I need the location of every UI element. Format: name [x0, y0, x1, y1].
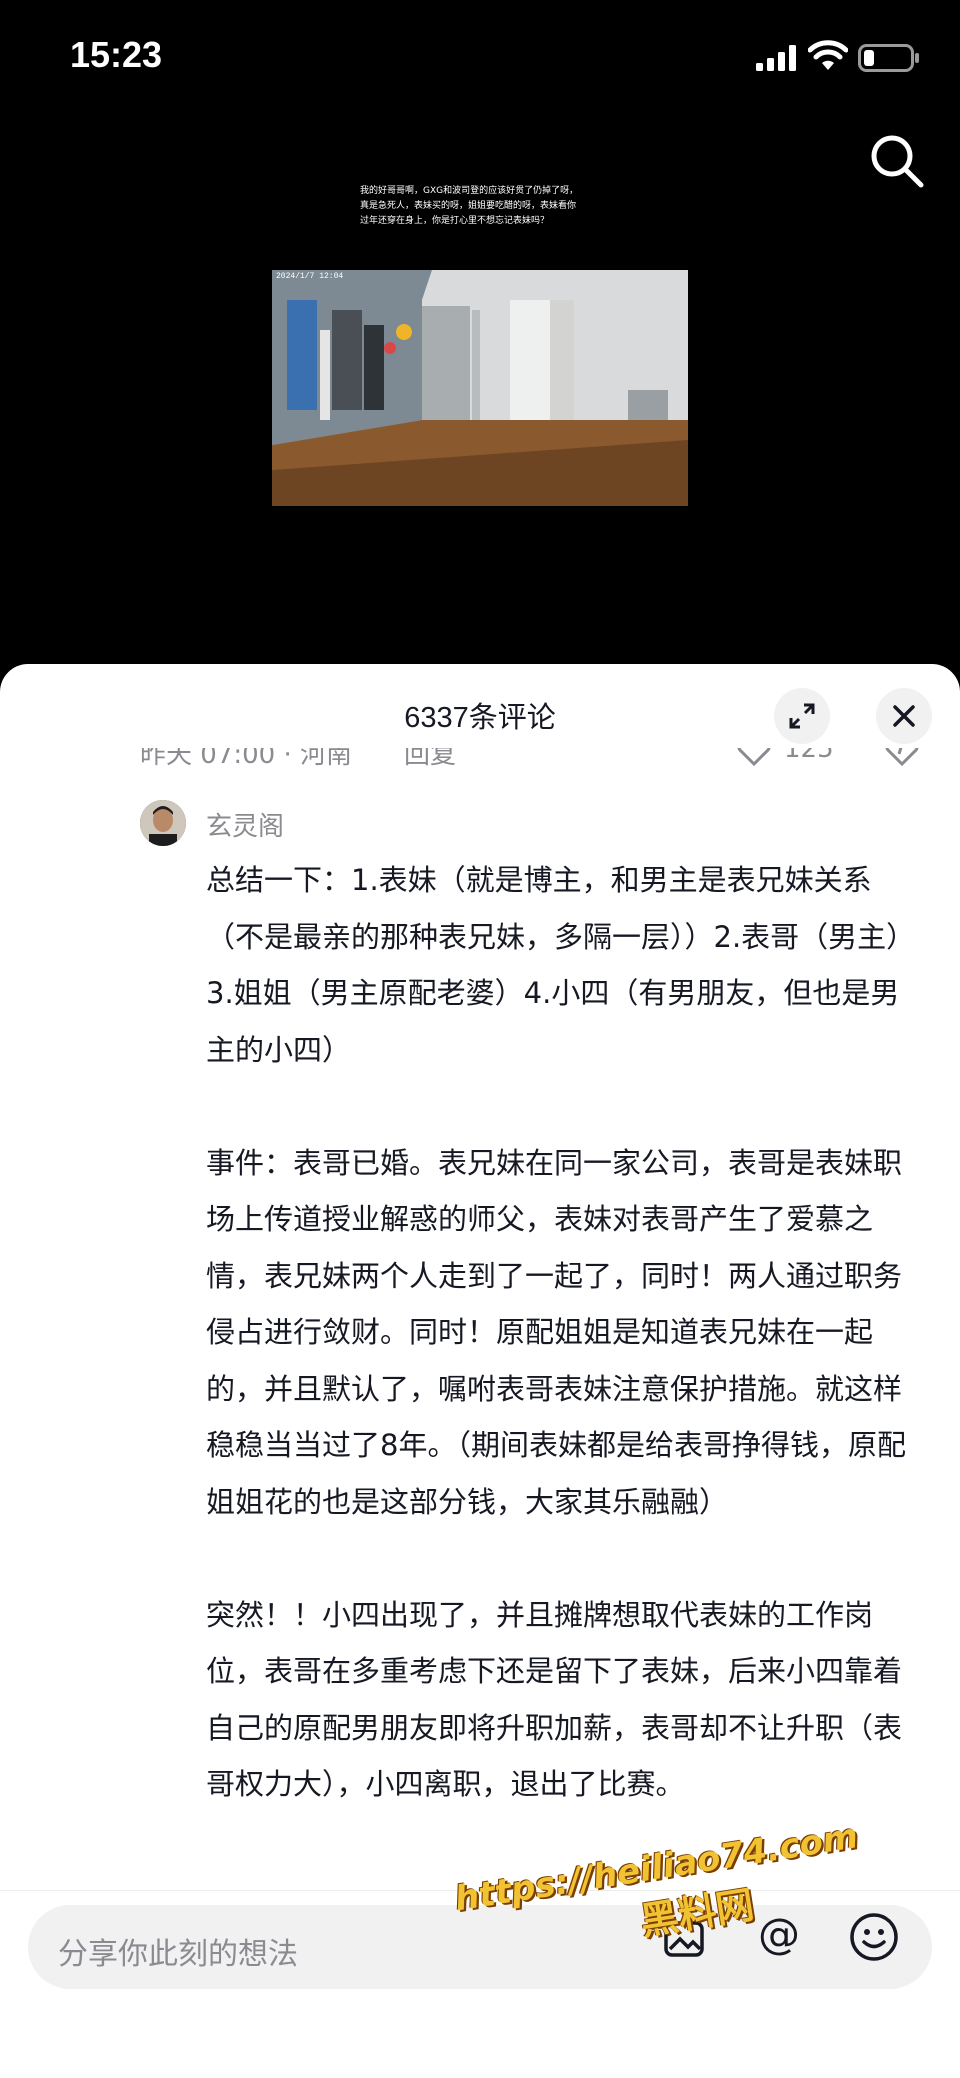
signal-icon	[756, 45, 796, 71]
comment-input-placeholder: 分享你此刻的想法	[58, 1937, 298, 1972]
heart-icon[interactable]	[734, 748, 774, 770]
status-bar: 15:23	[0, 0, 960, 120]
previous-comment-meta: 昨天 07:00 · 河南	[140, 748, 352, 770]
room-image	[272, 270, 688, 506]
reply-button[interactable]: 回复	[404, 748, 456, 771]
comment-paragraph: 突然！！小四出现了，并且摊牌想取代表妹的工作岗位，表哥在多重考虑下还是留下了表妹…	[206, 1597, 903, 1802]
video-caption: 我的好哥哥啊，GXG和波司登的应该好贯了仍掉了呀，真是急死人，表妹买的呀，姐姐要…	[360, 186, 579, 226]
dislike-icon[interactable]	[882, 748, 922, 770]
comment-paragraph: 总结一下：1.表妹（就是博主，和男主是表兄妹关系（不是最亲的那种表兄妹，多隔一层…	[206, 863, 916, 1067]
comment-body: 总结一下：1.表妹（就是博主，和男主是表兄妹关系（不是最亲的那种表兄妹，多隔一层…	[206, 852, 926, 1942]
expand-icon	[789, 703, 815, 729]
expand-button[interactable]	[774, 688, 830, 744]
comment-author[interactable]: 玄灵阁	[206, 806, 284, 843]
avatar[interactable]	[140, 800, 186, 846]
status-time: 15:23	[70, 34, 163, 75]
video-frame[interactable]: 2024/1/7 12:04	[272, 270, 688, 506]
camera-timestamp: 2024/1/7 12:04	[276, 272, 344, 281]
search-icon[interactable]	[868, 132, 926, 190]
comment-paragraph: 事件：表哥已婚。表兄妹在同一家公司，表哥是表妹职场上传道授业解惑的师父，表妹对表…	[206, 1145, 906, 1519]
battery-icon	[858, 44, 919, 72]
emoji-icon[interactable]	[848, 1911, 900, 1963]
close-icon	[893, 705, 915, 727]
previous-comment-footer: 昨天 07:00 · 河南 回复 125	[0, 748, 960, 784]
like-count: 125	[784, 748, 834, 764]
wifi-icon	[808, 40, 848, 70]
avatar-image	[140, 800, 186, 846]
close-button[interactable]	[876, 688, 932, 744]
